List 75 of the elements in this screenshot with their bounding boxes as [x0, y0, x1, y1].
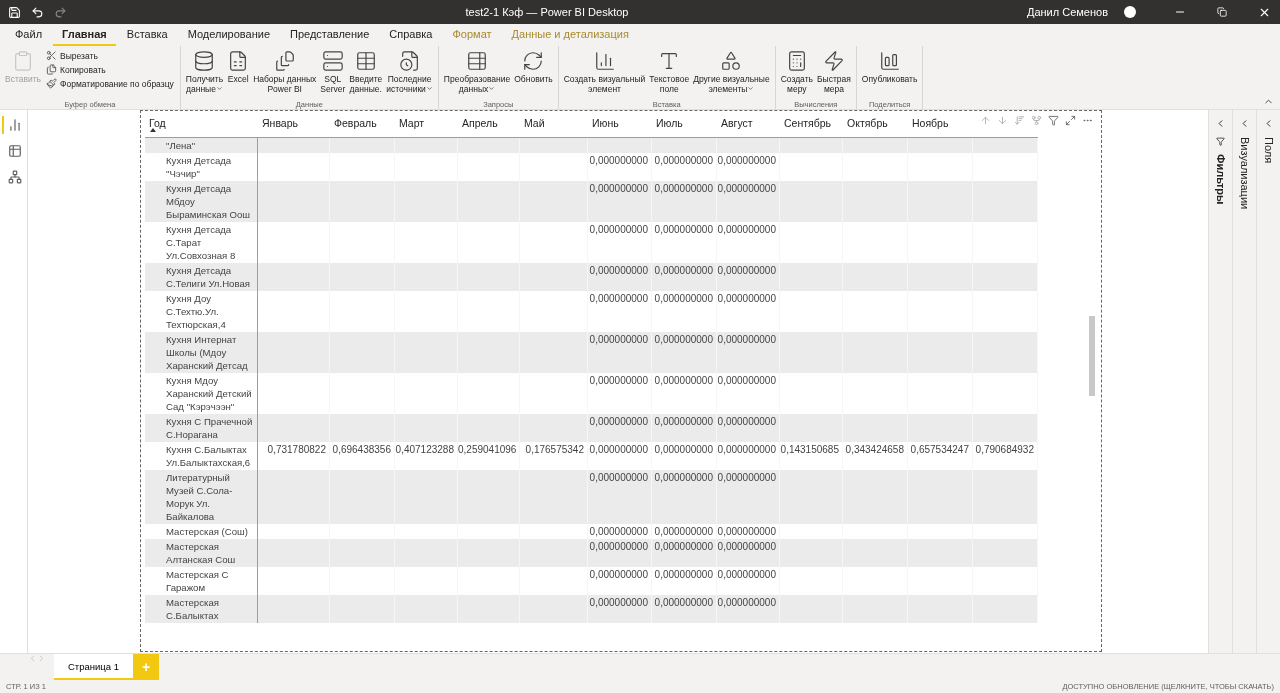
ribbon-button[interactable]: Быстрая мера — [815, 48, 852, 100]
files-icon — [273, 50, 296, 72]
hierarchy-icon[interactable] — [1031, 115, 1042, 126]
table-icon — [354, 50, 377, 72]
chart-icon — [878, 50, 901, 72]
clock-file-icon — [398, 50, 421, 72]
table-edit-icon — [466, 50, 489, 72]
ribbon-button[interactable]: Текстовое поле — [648, 48, 691, 100]
ribbon-button[interactable]: Вырезать — [44, 50, 176, 61]
avatar[interactable] — [1124, 6, 1136, 18]
column-header[interactable]: Октябрь — [843, 111, 908, 129]
table-cell: 0,000000000 — [717, 595, 780, 623]
ribbon-button[interactable]: Excel — [226, 48, 251, 100]
server-icon — [321, 50, 344, 72]
sort-ascending-icon — [150, 128, 156, 132]
table-cell: 0,000000000 — [588, 595, 652, 623]
paintbrush-icon — [46, 78, 58, 89]
ribbon-tab[interactable]: Моделирование — [178, 28, 279, 46]
database-icon — [193, 50, 216, 72]
column-header[interactable]: Ноябрь — [908, 111, 973, 129]
column-header[interactable]: Январь — [258, 111, 330, 129]
ribbon-tab[interactable]: Файл — [6, 28, 52, 46]
ribbon-button[interactable]: Обновить — [513, 48, 554, 100]
redo-icon[interactable] — [54, 5, 67, 19]
save-icon[interactable] — [8, 5, 21, 19]
scissors-icon — [46, 50, 58, 61]
ribbon-button[interactable]: Наборы данных Power BI — [252, 48, 318, 100]
copy-icon — [46, 64, 58, 75]
fields-pane-tab[interactable]: Поля — [1256, 110, 1280, 653]
ribbon-button[interactable]: SQL Server — [319, 48, 347, 100]
column-header[interactable]: Август — [717, 111, 780, 129]
filter-icon[interactable] — [1048, 115, 1059, 126]
column-header[interactable]: Апрель — [458, 111, 520, 129]
filter-icon — [1216, 137, 1225, 146]
ribbon-tab[interactable]: Справка — [380, 28, 442, 46]
table-cell: 0,000000000 — [652, 595, 717, 623]
restore-icon — [1217, 7, 1227, 17]
window-title: test2-1 Кэф — Power BI Desktop — [464, 6, 630, 18]
column-header[interactable]: Май — [520, 111, 588, 129]
ribbon-button[interactable]: Создать визуальный элемент — [562, 48, 647, 100]
filters-pane-tab[interactable]: Фильтры — [1208, 110, 1232, 653]
shapes-icon — [720, 50, 743, 72]
ribbon-button[interactable]: Опубликовать — [860, 48, 919, 100]
column-header[interactable]: Февраль — [330, 111, 395, 129]
page-tab[interactable]: Страница 1 — [54, 654, 133, 680]
ribbon-button[interactable]: Другие визуальные элементы — [692, 48, 771, 100]
scrollbar-thumb[interactable] — [1089, 316, 1095, 396]
ribbon-tab[interactable]: Вставка — [117, 28, 177, 46]
visualizations-pane-tab[interactable]: Визуализации — [1232, 110, 1256, 653]
lightning-icon — [822, 50, 845, 72]
user-name: Данил Семенов — [1026, 6, 1108, 18]
drill-down-icon[interactable] — [997, 115, 1008, 126]
column-header[interactable]: Июль — [652, 111, 717, 129]
ribbon-button[interactable]: Получить данные — [184, 48, 225, 100]
bar-chart-icon — [593, 50, 616, 72]
column-header[interactable]: Март — [395, 111, 458, 129]
focus-mode-icon[interactable] — [1065, 115, 1076, 126]
ribbon-button[interactable]: Форматирование по образцу — [44, 78, 176, 89]
pane-title: Визуализации — [1238, 137, 1251, 210]
expand-all-icon[interactable] — [1014, 115, 1025, 126]
ribbon-button[interactable]: Создать меру — [779, 48, 814, 100]
ribbon-button[interactable]: Преобразование данных — [442, 48, 512, 100]
undo-icon[interactable] — [31, 5, 44, 19]
pane-title: Фильтры — [1214, 154, 1227, 205]
ribbon-button[interactable]: Введите данные. — [348, 48, 384, 100]
column-header[interactable]: Сентябрь — [780, 111, 843, 129]
clipboard-icon — [12, 50, 34, 72]
ribbon-button[interactable]: Последние источники — [385, 48, 434, 100]
refresh-icon — [522, 50, 545, 72]
ribbon-button[interactable]: Копировать — [44, 64, 176, 75]
pane-title: Поля — [1262, 137, 1275, 164]
ribbon-tab[interactable]: Представление — [281, 28, 379, 46]
drill-up-icon[interactable] — [980, 115, 991, 126]
column-header[interactable]: Июнь — [588, 111, 652, 129]
column-header[interactable]: Год — [145, 111, 258, 129]
